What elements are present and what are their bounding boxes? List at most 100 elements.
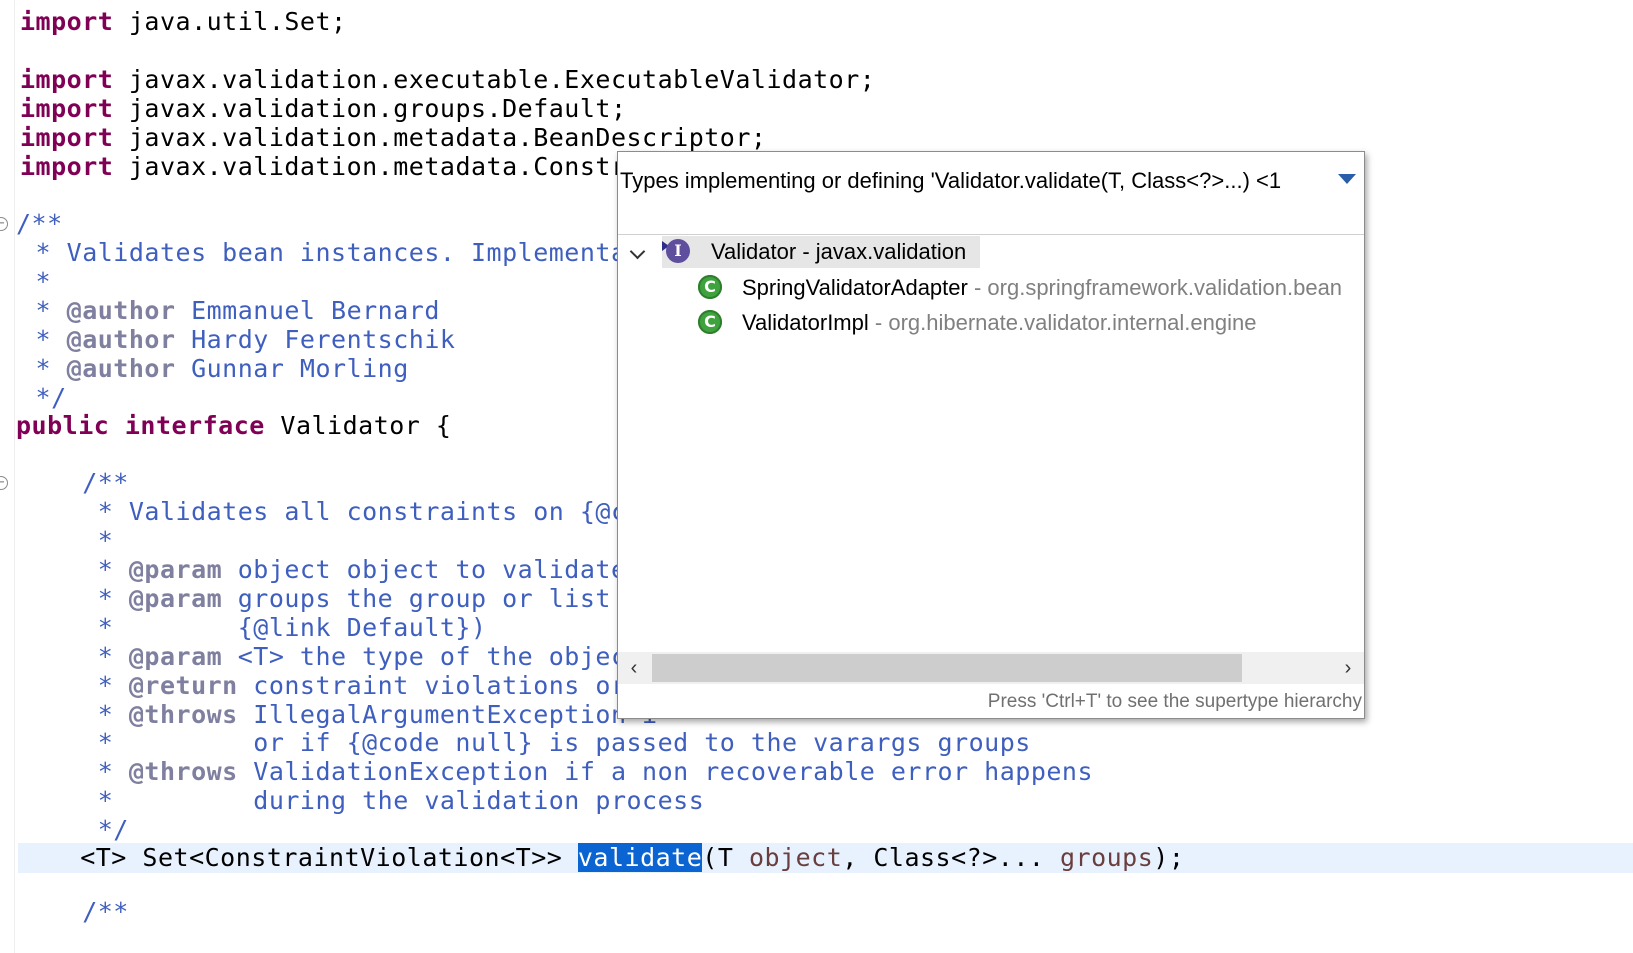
code-line-15[interactable]: public interface Validator { [16, 411, 451, 441]
comment-text: groups the group or list of [222, 584, 658, 613]
tree-item-validatorimpl[interactable]: C ValidatorImpl - org.hibernate.validato… [618, 307, 1364, 339]
parameter-name: groups [1059, 843, 1154, 872]
comment-text: IllegalArgumentException i [237, 700, 658, 729]
javadoc-tag: @author [66, 296, 176, 325]
code-line-25[interactable]: * @throws IllegalArgumentException i [20, 700, 658, 730]
code-text: java.util.Set; [113, 7, 347, 36]
code-text: <T> Set<ConstraintViolation<T>> [18, 843, 578, 872]
package-name: javax.validation [815, 239, 967, 264]
type-name: ValidatorImpl [742, 310, 869, 335]
keyword: public [16, 411, 110, 440]
tree-item-validator[interactable]: I Validator - javax.validation [618, 236, 1364, 268]
javadoc-tag: @return [128, 671, 238, 700]
code-line-1[interactable]: import java.util.Set; [20, 7, 347, 37]
comment-prefix: * [20, 584, 129, 613]
interface-icon: I [666, 239, 690, 263]
comment-prefix: * [20, 555, 129, 584]
keyword: import [20, 123, 114, 152]
package-name: org.springframework.validation.bean [987, 275, 1343, 300]
code-line-12[interactable]: * @author Hardy Ferentschik [20, 325, 455, 355]
comment-text: * [20, 526, 114, 555]
code-line-17[interactable]: /** [20, 468, 129, 498]
code-line-32[interactable]: /** [20, 897, 129, 927]
code-line-14[interactable]: */ [20, 383, 67, 413]
comment-text: /** [16, 209, 63, 238]
code-line-26[interactable]: * or if {@code null} is passed to the va… [20, 728, 1031, 758]
tree-item-label: SpringValidatorAdapter - org.springframe… [742, 272, 1342, 304]
tree-item-springvalidatoradapter[interactable]: C SpringValidatorAdapter - org.springfra… [618, 272, 1364, 304]
comment-text: * during the validation process [20, 786, 705, 815]
code-line-4[interactable]: import javax.validation.groups.Default; [20, 94, 627, 124]
code-line-24[interactable]: * @return constraint violations or a [20, 671, 658, 701]
comment-text: Gunnar Morling [175, 354, 409, 383]
code-text: (T [702, 843, 749, 872]
separator: - [796, 239, 816, 264]
comment-text: * {@link Default}) [20, 613, 487, 642]
code-line-3[interactable]: import javax.validation.executable.Execu… [20, 65, 875, 95]
comment-prefix: * [20, 354, 67, 383]
type-tree[interactable]: I Validator - javax.validation C SpringV… [618, 236, 1364, 652]
code-line-30-current[interactable]: <T> Set<ConstraintViolation<T>> validate… [18, 843, 1633, 873]
code-line-29[interactable]: */ [20, 815, 129, 845]
keyword: import [20, 65, 114, 94]
comment-prefix: * [20, 642, 129, 671]
code-line-13[interactable]: * @author Gunnar Morling [20, 354, 409, 384]
comment-text: * Validates all constraints on {@code [20, 497, 674, 526]
comment-prefix: * [20, 757, 129, 786]
comment-text: /** [20, 897, 129, 926]
type-name: Validator [711, 239, 797, 264]
keyword: import [20, 152, 114, 181]
type-hierarchy-popup[interactable]: Types implementing or defining 'Validato… [617, 151, 1365, 719]
comment-text: constraint violations or a [237, 671, 658, 700]
comment-text: ValidationException if a non recoverable… [237, 757, 1094, 786]
javadoc-tag: @throws [128, 700, 238, 729]
comment-prefix: * [20, 325, 67, 354]
code-line-8[interactable]: /** [16, 209, 63, 239]
code-line-5[interactable]: import javax.validation.metadata.BeanDes… [20, 123, 766, 153]
javadoc-tag: @param [128, 642, 223, 671]
selected-method-name[interactable]: validate [577, 843, 703, 872]
code-line-11[interactable]: * @author Emmanuel Bernard [20, 296, 440, 326]
code-text: Validator { [264, 411, 452, 440]
popup-title: Types implementing or defining 'Validato… [620, 168, 1282, 193]
code-line-10[interactable]: * [20, 267, 51, 297]
comment-text: * Validates bean instances. Implementati… [20, 238, 674, 267]
horizontal-scrollbar[interactable]: ‹ › [618, 652, 1364, 684]
chevron-down-icon[interactable] [1338, 174, 1356, 184]
scrollbar-thumb[interactable] [652, 654, 1242, 682]
code-line-20[interactable]: * @param object object to validate [20, 555, 627, 585]
tree-item-label: Validator - javax.validation [711, 236, 966, 268]
javadoc-tag: @param [128, 584, 223, 613]
separator: - [967, 275, 988, 300]
comment-text: * [20, 267, 52, 296]
comment-prefix: * [20, 700, 129, 729]
comment-text: */ [20, 815, 129, 844]
code-text: , Class<?>... [842, 843, 1060, 872]
code-line-22[interactable]: * {@link Default}) [20, 613, 487, 643]
chevron-down-icon[interactable] [629, 243, 646, 260]
code-line-28[interactable]: * during the validation process [20, 786, 704, 816]
comment-prefix: * [20, 671, 129, 700]
code-line-27[interactable]: * @throws ValidationException if a non r… [20, 757, 1093, 787]
code-line-9[interactable]: * Validates bean instances. Implementati… [20, 238, 673, 268]
comment-text: object object to validate [222, 555, 627, 584]
keyword: import [20, 94, 114, 123]
scroll-right-icon[interactable]: › [1332, 652, 1364, 684]
keyword: interface [124, 411, 265, 440]
code-text: javax.validation.metadata.Constrai [113, 152, 658, 181]
tree-item-label: ValidatorImpl - org.hibernate.validator.… [742, 307, 1256, 339]
type-name: SpringValidatorAdapter [742, 275, 968, 300]
comment-text: Hardy Ferentschik [175, 325, 456, 354]
comment-text: */ [20, 383, 67, 412]
code-line-6[interactable]: import javax.validation.metadata.Constra… [20, 152, 658, 182]
code-line-18[interactable]: * Validates all constraints on {@code [20, 497, 673, 527]
comment-text: Emmanuel Bernard [175, 296, 440, 325]
popup-status-hint: Press 'Ctrl+T' to see the supertype hier… [987, 691, 1362, 712]
scroll-left-icon[interactable]: ‹ [618, 652, 650, 684]
code-line-23[interactable]: * @param <T> the type of the object [20, 642, 642, 672]
javadoc-tag: @author [66, 354, 176, 383]
code-line-19[interactable]: * [20, 526, 113, 556]
javadoc-tag: @throws [128, 757, 238, 786]
code-line-21[interactable]: * @param groups the group or list of [20, 584, 658, 614]
comment-text: /** [20, 468, 129, 497]
